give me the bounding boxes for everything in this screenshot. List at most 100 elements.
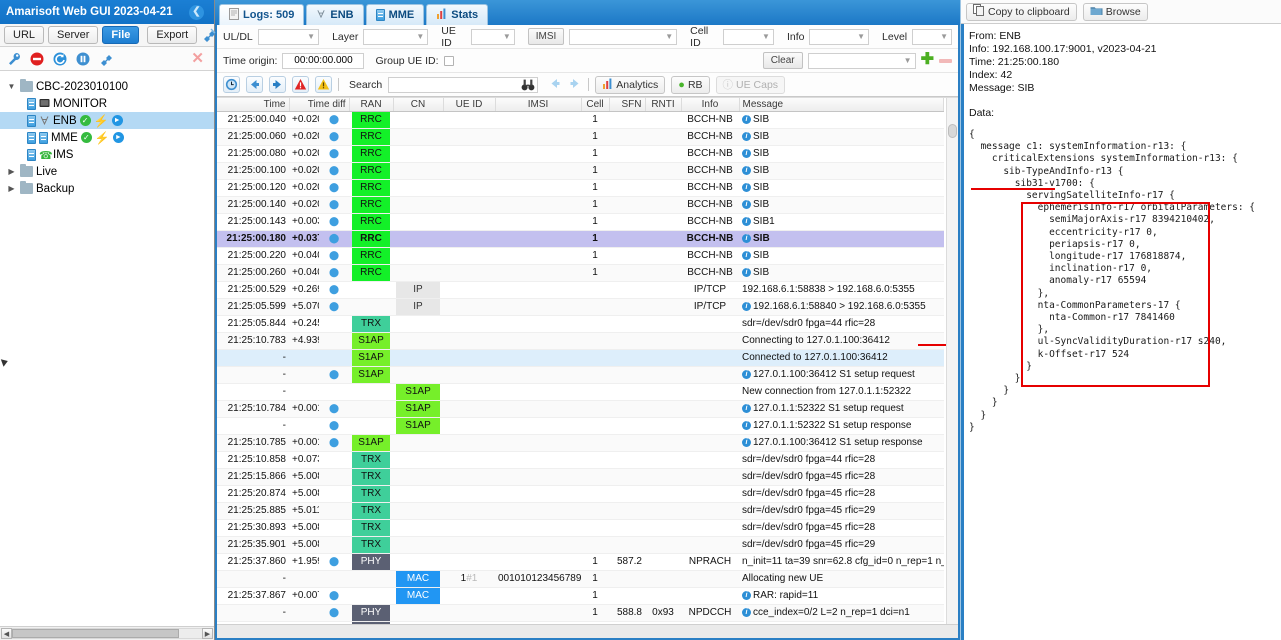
col-time-diff[interactable]: Time diff bbox=[289, 98, 350, 112]
chevron-right-icon[interactable]: ▶ bbox=[6, 184, 17, 193]
plus-icon[interactable]: ✚ bbox=[921, 52, 934, 68]
minus-icon[interactable] bbox=[939, 58, 952, 63]
col-info[interactable]: Info bbox=[681, 98, 740, 112]
table-row[interactable]: 21:25:00.120+0.020 ⬤ RRC 1 BCCH-NBiSIB bbox=[217, 179, 944, 197]
close-icon[interactable]: ✕ bbox=[191, 51, 204, 66]
server-button[interactable]: Server bbox=[48, 26, 99, 44]
ueid-select[interactable]: ▼ bbox=[471, 28, 515, 45]
pause-icon[interactable] bbox=[75, 51, 91, 67]
group-ueid-checkbox[interactable] bbox=[443, 55, 454, 66]
log-table-container[interactable]: Time Time diff RAN CN UE ID IMSI Cell SF… bbox=[217, 98, 958, 624]
table-row[interactable]: 21:25:05.599+5.070 ⬤ IP IP/TCPi192.168.6.1:… bbox=[217, 298, 944, 316]
search-prev-icon[interactable] bbox=[548, 77, 562, 93]
table-row[interactable]: 21:25:37.860+1.959 ⬤ PHY 1587.2 NPRACHn_init… bbox=[217, 553, 944, 571]
table-row[interactable]: - S1AP Connected to 127.0.1.100:36412 bbox=[217, 349, 944, 367]
copy-to-clipboard-button[interactable]: Copy to clipboard bbox=[966, 2, 1077, 21]
export-button[interactable]: Export bbox=[147, 26, 198, 44]
uldl-select[interactable]: ▼ bbox=[257, 28, 320, 45]
clear-button[interactable]: Clear bbox=[762, 52, 803, 69]
table-row[interactable]: 21:25:00.260+0.040 ⬤ RRC 1 BCCH-NBiSIB bbox=[217, 264, 944, 282]
binoculars-icon[interactable] bbox=[521, 78, 535, 95]
col-sfn[interactable]: SFN bbox=[609, 98, 646, 112]
table-row[interactable]: 21:25:10.858+0.073 TRX sdr=/dev/sdr0 fpga=… bbox=[217, 451, 944, 469]
layer-select[interactable]: ▼ bbox=[363, 28, 429, 45]
col-ue-id[interactable]: UE ID bbox=[443, 98, 496, 112]
stop-icon[interactable] bbox=[29, 51, 45, 67]
search-input[interactable] bbox=[388, 76, 539, 95]
col-message[interactable]: Message bbox=[739, 98, 944, 112]
warning-triangle-icon[interactable] bbox=[315, 76, 332, 93]
col-time[interactable]: Time bbox=[217, 98, 290, 112]
wrench-icon[interactable] bbox=[6, 51, 22, 67]
table-row[interactable]: 21:25:00.040+0.020 ⬤ RRC 1 BCCH-NBiSIB bbox=[217, 111, 944, 129]
rb-button[interactable]: ● RB bbox=[671, 75, 710, 94]
table-row[interactable]: 21:25:00.220+0.040 ⬤ RRC 1 BCCH-NBiSIB bbox=[217, 247, 944, 265]
table-row[interactable]: 21:25:00.140+0.020 ⬤ RRC 1 BCCH-NBiSIB bbox=[217, 196, 944, 214]
table-row[interactable]: 21:25:00.143+0.003 ⬤ RRC 1 BCCH-NBiSIB1 bbox=[217, 213, 944, 231]
table-row[interactable]: - S1AP New connection from 127.0.1.1:52322 bbox=[217, 383, 944, 401]
tree-item-enb[interactable]: ENB ✓ ⚡ ► bbox=[0, 112, 214, 129]
imsi-button[interactable]: IMSI bbox=[527, 28, 565, 45]
cellid-select[interactable]: ▼ bbox=[723, 28, 774, 45]
tab-logs[interactable]: Logs: 509 bbox=[219, 4, 305, 25]
error-triangle-icon[interactable] bbox=[292, 76, 309, 93]
tab-stats[interactable]: Stats bbox=[426, 4, 489, 25]
tab-mme[interactable]: MME bbox=[365, 4, 425, 25]
table-row[interactable]: 21:25:00.529+0.269 ⬤ IP IP/TCP192.168.6.1:5… bbox=[217, 281, 944, 299]
time-origin-input[interactable]: 00:00:00.000 bbox=[282, 52, 365, 69]
table-row[interactable]: 21:25:10.785+0.001 ⬤ S1AP i127.0.1.100:3641… bbox=[217, 434, 944, 452]
table-row[interactable]: 21:25:20.874+5.008 TRX sdr=/dev/sdr0 fpga=… bbox=[217, 485, 944, 503]
table-row[interactable]: 21:25:00.180+0.037 ⬤ RRC 1 BCCH-NBiSIB bbox=[217, 230, 944, 248]
scroll-thumb[interactable] bbox=[948, 124, 957, 138]
table-row[interactable]: 21:25:10.783+4.939 S1AP Connecting to 127.… bbox=[217, 332, 944, 350]
imsi-select[interactable]: ▼ bbox=[569, 28, 678, 45]
refresh-icon[interactable] bbox=[52, 51, 68, 67]
col-rnti[interactable]: RNTI bbox=[645, 98, 682, 112]
table-row[interactable]: 21:25:10.784+0.001 ⬤ S1AP i127.0.1.1:52322 … bbox=[217, 400, 944, 418]
tab-enb[interactable]: ENB bbox=[306, 4, 364, 25]
table-row[interactable]: 21:25:15.866+5.008 TRX sdr=/dev/sdr0 fpga=… bbox=[217, 468, 944, 486]
chevron-down-icon[interactable]: ▼ bbox=[6, 82, 17, 91]
table-row[interactable]: 21:25:37.872+0.005⬤PHY 1589.30x93NPDSCHha… bbox=[217, 621, 944, 624]
table-row[interactable]: 21:25:37.867+0.007 ⬤ MAC 1 iRAR: rapid=11 bbox=[217, 587, 944, 605]
browse-button[interactable]: Browse bbox=[1082, 2, 1148, 21]
col-imsi[interactable]: IMSI bbox=[495, 98, 582, 112]
table-row[interactable]: 21:25:25.885+5.011 TRX sdr=/dev/sdr0 fpga=… bbox=[217, 502, 944, 520]
table-row[interactable]: - ⬤ S1AP i 127.0.1.1:52322 S1 setup response bbox=[217, 417, 944, 435]
scroll-thumb[interactable] bbox=[12, 629, 180, 638]
level-select[interactable]: ▼ bbox=[912, 28, 952, 45]
info-select[interactable]: ▼ bbox=[809, 28, 870, 45]
table-row[interactable]: - MAC 1#1 001010123456789 1 Allocating new UE bbox=[217, 570, 944, 588]
table-row[interactable]: 21:25:30.893+5.008 TRX sdr=/dev/sdr0 fpga=… bbox=[217, 519, 944, 537]
plug-icon[interactable] bbox=[98, 51, 114, 67]
col-cell[interactable]: Cell bbox=[581, 98, 610, 112]
clock-icon[interactable] bbox=[223, 76, 240, 93]
scroll-left-icon[interactable]: ◀ bbox=[1, 628, 12, 639]
chevron-left-icon[interactable]: ❮ bbox=[189, 4, 204, 20]
table-row[interactable]: 21:25:05.844+0.245 TRX sdr=/dev/sdr0 fpga=… bbox=[217, 315, 944, 333]
arrow-left-icon[interactable] bbox=[246, 76, 263, 93]
table-vscrollbar[interactable] bbox=[946, 98, 958, 624]
file-button[interactable]: File bbox=[102, 26, 140, 44]
table-row[interactable]: 21:25:35.901+5.008 TRX sdr=/dev/sdr0 fpga=… bbox=[217, 536, 944, 554]
play-icon[interactable]: ► bbox=[111, 115, 123, 126]
table-row[interactable]: 21:25:00.100+0.020 ⬤ RRC 1 BCCH-NBiSIB bbox=[217, 162, 944, 180]
tree-item-backup[interactable]: ▶ Backup bbox=[0, 180, 214, 197]
col-cn[interactable]: CN bbox=[393, 98, 444, 112]
analytics-button[interactable]: Analytics bbox=[595, 75, 666, 94]
tree-item-cbc[interactable]: ▼ CBC-2023010100 bbox=[0, 78, 214, 95]
tree-item-mme[interactable]: MME ✓ ⚡ ► bbox=[0, 129, 214, 146]
scroll-right-icon[interactable]: ▶ bbox=[202, 628, 213, 639]
tree-item-monitor[interactable]: MONITOR bbox=[0, 95, 214, 112]
plug-icon[interactable] bbox=[201, 27, 217, 43]
chevron-right-icon[interactable]: ▶ bbox=[6, 167, 17, 176]
tree-item-ims[interactable]: ☎ IMS bbox=[0, 146, 214, 163]
table-row[interactable]: 21:25:00.080+0.020 ⬤ RRC 1 BCCH-NBiSIB bbox=[217, 145, 944, 163]
table-row[interactable]: 21:25:00.060+0.020 ⬤ RRC 1 BCCH-NBiSIB bbox=[217, 128, 944, 146]
play-icon[interactable]: ► bbox=[112, 132, 124, 143]
col-ran[interactable]: RAN bbox=[349, 98, 394, 112]
table-row[interactable]: - ⬤ PHY 1 588.8 0x93 NPDCCH i cce_index=0/2 L=2 … bbox=[217, 604, 944, 622]
preset-select[interactable]: ▼ bbox=[807, 52, 916, 69]
search-next-icon[interactable] bbox=[568, 77, 582, 93]
table-row[interactable]: - ⬤ S1AP i 127.0.1.100:36412 S1 setup reques… bbox=[217, 366, 944, 384]
